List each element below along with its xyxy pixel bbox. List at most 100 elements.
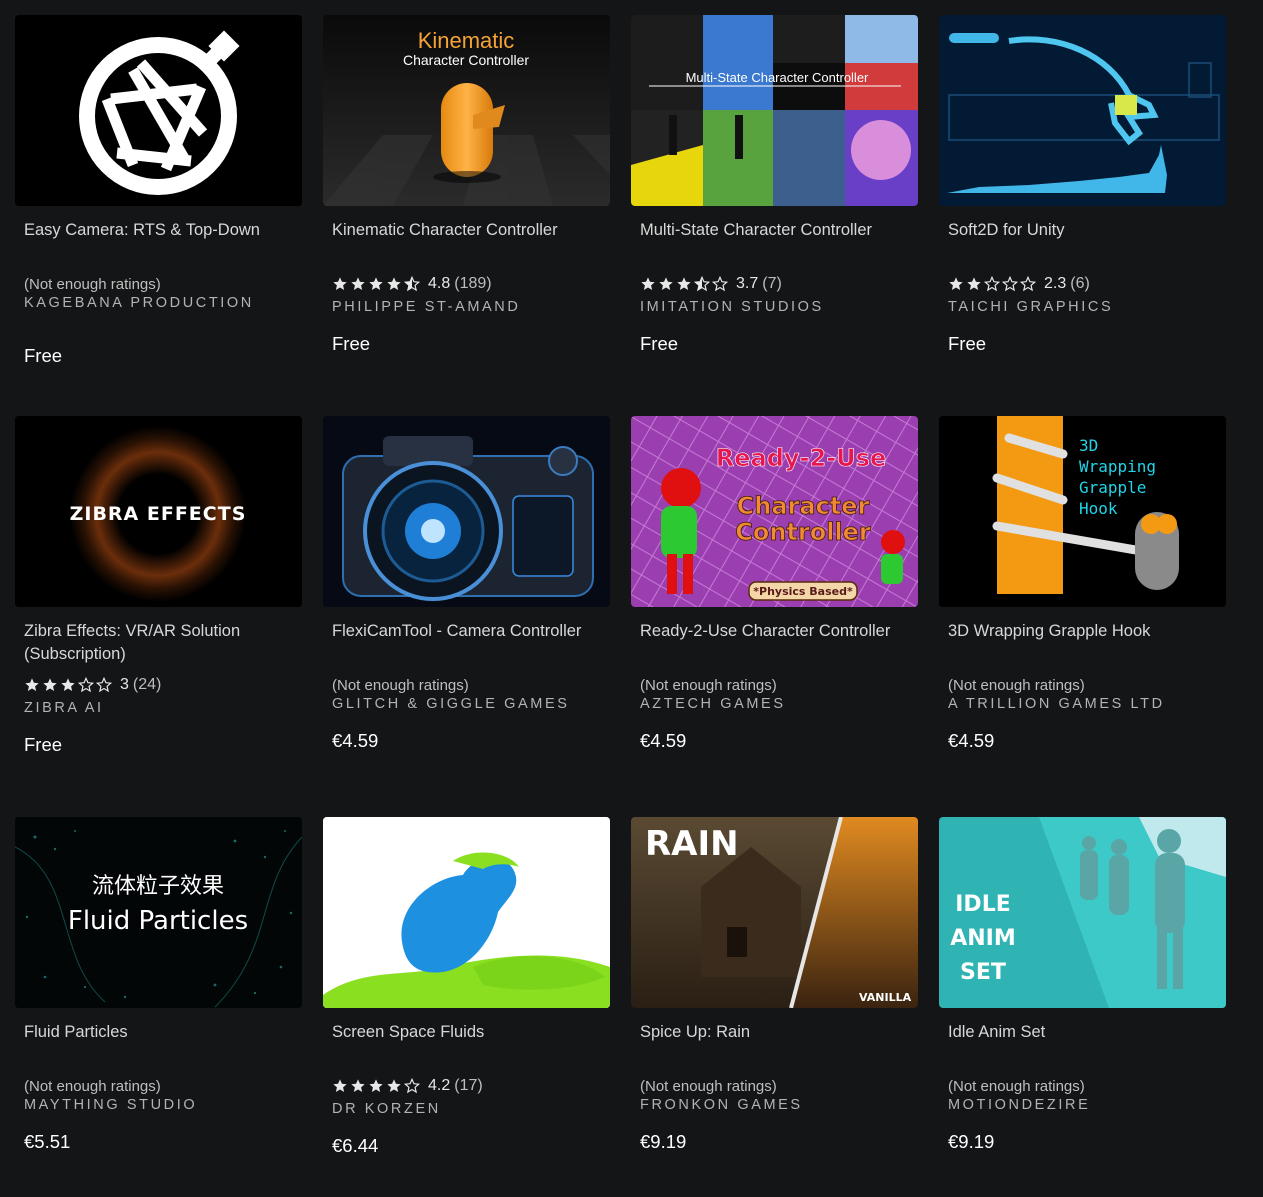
rating: 3.7 (7) xyxy=(640,273,782,295)
art-subtitle: Character Controller xyxy=(403,52,529,68)
product-thumbnail[interactable] xyxy=(323,817,610,1008)
product-card-kinematic-character-controller[interactable]: Kinematic Character Controller Kinematic… xyxy=(323,15,610,395)
product-card-zibra-effects[interactable]: ZIBRA EFFECTS Zibra Effects: VR/AR Solut… xyxy=(15,416,302,796)
product-thumbnail[interactable]: RAIN VANILLA xyxy=(631,817,918,1008)
publisher-name[interactable]: GLITCH & GIGGLE GAMES xyxy=(332,696,570,712)
product-title[interactable]: FlexiCamTool - Camera Controller xyxy=(332,620,604,643)
price: €6.44 xyxy=(332,1135,379,1156)
rating: (Not enough ratings) xyxy=(332,674,469,696)
star-rating xyxy=(332,1078,422,1094)
price: €9.19 xyxy=(948,1131,995,1152)
product-card-fluid-particles[interactable]: 流体粒子效果 Fluid Particles Fluid Particles (… xyxy=(15,817,302,1197)
price: €9.19 xyxy=(640,1131,687,1152)
price: Free xyxy=(24,345,63,366)
rating: (Not enough ratings) xyxy=(948,1075,1085,1097)
product-card-flexicamtool[interactable]: FlexiCamTool - Camera Controller (Not en… xyxy=(323,416,610,796)
publisher-name[interactable]: KAGEBANA PRODUCTION xyxy=(24,295,254,311)
price: €5.51 xyxy=(24,1131,71,1152)
product-thumbnail[interactable] xyxy=(323,416,610,607)
star-filled-icon xyxy=(967,277,981,290)
rating-count: (24) xyxy=(132,676,162,693)
product-thumbnail[interactable]: IDLE ANIM SET xyxy=(939,817,1226,1008)
rating-score: 4.8 xyxy=(428,275,451,292)
star-empty-icon xyxy=(404,1078,420,1094)
art-line-1: 3D xyxy=(1079,436,1098,455)
rating: 4.2 (17) xyxy=(332,1075,483,1097)
camera-render-art xyxy=(323,416,610,607)
camera-shutter-art xyxy=(15,15,302,206)
multi-state-collage-art: Multi-State Character Controller xyxy=(631,15,918,206)
product-title[interactable]: Spice Up: Rain xyxy=(640,1021,912,1044)
product-card-3d-wrapping-grapple-hook[interactable]: 3D Wrapping Grapple Hook 3D Wrapping Gra… xyxy=(939,416,1226,796)
star-filled-icon xyxy=(677,277,691,290)
art-title: Ready-2-Use xyxy=(716,444,886,472)
product-card-easy-camera[interactable]: Easy Camera: RTS & Top-Down (Not enough … xyxy=(15,15,302,395)
rating: (Not enough ratings) xyxy=(24,1075,161,1097)
publisher-name[interactable]: DR KORZEN xyxy=(332,1101,441,1117)
price: €4.59 xyxy=(640,730,687,751)
product-title[interactable]: Fluid Particles xyxy=(24,1021,296,1044)
publisher-name[interactable]: IMITATION STUDIOS xyxy=(640,299,824,315)
publisher-name[interactable]: ZIBRA AI xyxy=(24,700,104,716)
product-card-ready-2-use-character-controller[interactable]: Ready-2-Use Character Controller *Physic… xyxy=(631,416,918,796)
product-title[interactable]: Soft2D for Unity xyxy=(948,219,1220,242)
price: €4.59 xyxy=(948,730,995,751)
product-thumbnail[interactable]: Kinematic Character Controller xyxy=(323,15,610,206)
product-thumbnail[interactable]: 流体粒子效果 Fluid Particles xyxy=(15,817,302,1008)
product-card-spice-up-rain[interactable]: RAIN VANILLA Spice Up: Rain (Not enough … xyxy=(631,817,918,1197)
art-line-2: ANIM xyxy=(950,926,1016,951)
star-filled-icon xyxy=(333,277,347,290)
star-filled-icon xyxy=(387,277,401,290)
no-ratings-label: (Not enough ratings) xyxy=(24,1077,161,1095)
star-half-icon xyxy=(404,276,420,292)
star-filled-icon xyxy=(949,277,963,290)
product-card-soft2d-for-unity[interactable]: Soft2D for Unity 2.3 (6) TAICHI GRAPHICS… xyxy=(939,15,1226,395)
product-card-multi-state-character-controller[interactable]: Multi-State Character Controller Multi-S… xyxy=(631,15,918,395)
ready-2-use-art: Ready-2-Use Character Controller *Physic… xyxy=(631,416,918,607)
publisher-name[interactable]: FRONKON GAMES xyxy=(640,1097,803,1113)
publisher-name[interactable]: AZTECH GAMES xyxy=(640,696,786,712)
rating: (Not enough ratings) xyxy=(640,1075,777,1097)
product-title[interactable]: Idle Anim Set xyxy=(948,1021,1220,1044)
product-title[interactable]: Zibra Effects: VR/AR Solution (Subscript… xyxy=(24,620,296,666)
product-title[interactable]: Screen Space Fluids xyxy=(332,1021,604,1044)
grapple-hook-art: 3D Wrapping Grapple Hook xyxy=(939,416,1226,607)
art-title: 流体粒子效果 xyxy=(92,874,224,899)
rating: 2.3 (6) xyxy=(948,273,1090,295)
product-thumbnail[interactable] xyxy=(939,15,1226,206)
product-thumbnail[interactable] xyxy=(15,15,302,206)
product-title[interactable]: Multi-State Character Controller xyxy=(640,219,912,242)
publisher-name[interactable]: MAYTHING STUDIO xyxy=(24,1097,197,1113)
product-card-screen-space-fluids[interactable]: Screen Space Fluids 4.2 (17) DR KORZEN €… xyxy=(323,817,610,1197)
star-filled-icon xyxy=(43,678,57,691)
art-subtitle: VANILLA xyxy=(859,991,912,1004)
publisher-name[interactable]: MOTIONDEZIRE xyxy=(948,1097,1090,1113)
fluid-particles-art: 流体粒子效果 Fluid Particles xyxy=(15,817,302,1008)
screen-space-fluids-art xyxy=(323,817,610,1008)
no-ratings-label: (Not enough ratings) xyxy=(24,275,161,293)
zibra-effects-art: ZIBRA EFFECTS xyxy=(15,416,302,607)
product-card-idle-anim-set[interactable]: IDLE ANIM SET Idle Anim Set (Not enough … xyxy=(939,817,1226,1197)
star-rating xyxy=(24,677,114,693)
product-title[interactable]: Ready-2-Use Character Controller xyxy=(640,620,912,643)
product-thumbnail[interactable]: ZIBRA EFFECTS xyxy=(15,416,302,607)
art-subtitle-2: Controller xyxy=(735,518,871,546)
product-title[interactable]: Kinematic Character Controller xyxy=(332,219,604,242)
rating: (Not enough ratings) xyxy=(24,273,161,295)
art-line-4: Hook xyxy=(1079,499,1118,518)
product-thumbnail[interactable]: 3D Wrapping Grapple Hook xyxy=(939,416,1226,607)
price: Free xyxy=(24,734,63,755)
publisher-name[interactable]: A TRILLION GAMES LTD xyxy=(948,696,1165,712)
product-thumbnail[interactable]: Multi-State Character Controller xyxy=(631,15,918,206)
publisher-name[interactable]: TAICHI GRAPHICS xyxy=(948,299,1113,315)
product-title[interactable]: Easy Camera: RTS & Top-Down xyxy=(24,219,296,242)
product-thumbnail[interactable]: Ready-2-Use Character Controller *Physic… xyxy=(631,416,918,607)
rating-score: 3 xyxy=(120,676,129,693)
idle-anim-set-art: IDLE ANIM SET xyxy=(939,817,1226,1008)
publisher-name[interactable]: PHILIPPE ST-AMAND xyxy=(332,299,520,315)
rating-count: (6) xyxy=(1070,275,1090,292)
product-title[interactable]: 3D Wrapping Grapple Hook xyxy=(948,620,1220,643)
art-line-2: Wrapping xyxy=(1079,457,1156,476)
soft2d-fluid-art xyxy=(939,15,1226,206)
star-rating xyxy=(332,276,422,292)
